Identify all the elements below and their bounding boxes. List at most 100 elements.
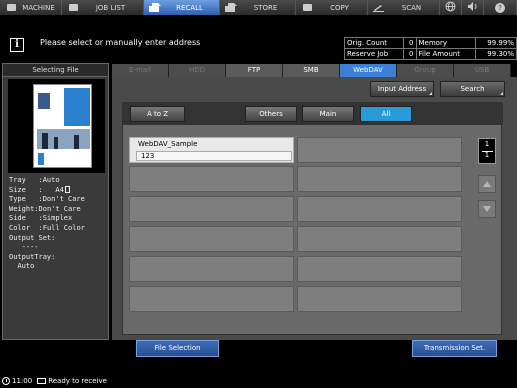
scan-tab[interactable]: SCAN [368, 0, 440, 15]
store-icon [224, 2, 238, 13]
scan-icon [372, 2, 386, 13]
tab-group: Group [397, 64, 454, 77]
file-preview [8, 79, 105, 173]
output-set-label: Output Set [9, 233, 52, 242]
help-button[interactable]: ? [484, 0, 517, 15]
device-status: Ready to receive [48, 377, 107, 385]
scan-label: SCAN [401, 3, 422, 12]
clock-icon [2, 377, 10, 385]
size-label: Size [9, 185, 26, 194]
bottom-bar: File Selection Transmission Set. 11:00 R… [0, 340, 517, 388]
tab-ftp[interactable]: FTP [226, 64, 283, 77]
empty-slot [297, 286, 462, 312]
tray-value: Auto [42, 176, 60, 184]
document-thumbnail [33, 84, 92, 168]
empty-slot [129, 286, 294, 312]
all-filter-button[interactable]: All [360, 106, 412, 122]
empty-slot [297, 226, 462, 252]
reserve-job-value: 0 [403, 48, 417, 60]
entry-name: WebDAV_Sample [138, 140, 198, 148]
machine-tab[interactable]: MACHINE [0, 0, 62, 15]
orig-count-label: Orig. Count [343, 37, 405, 49]
entry-detail: 123 [136, 151, 292, 161]
globe-icon [445, 1, 456, 14]
empty-slot [129, 256, 294, 282]
empty-slot [297, 166, 462, 192]
job-list-icon [66, 2, 80, 13]
tab-webdav[interactable]: WebDAV [340, 64, 397, 77]
transmission-set-button[interactable]: Transmission Set. [412, 340, 497, 357]
a-to-z-button[interactable]: A to Z [130, 106, 185, 122]
address-list-area: A to Z Others Main All WebDAV_Sample 123… [122, 102, 503, 335]
memory-value: 99.99% [475, 37, 517, 49]
file-selection-button[interactable]: File Selection [136, 340, 219, 357]
recall-tab[interactable]: RECALL [144, 0, 220, 15]
info-icon: i [10, 38, 24, 52]
recall-label: RECALL [176, 3, 203, 12]
copy-tab[interactable]: COPY [296, 0, 368, 15]
input-address-button[interactable]: Input Address [370, 81, 434, 97]
printer-icon [37, 378, 47, 384]
output-tray-label: OutputTray [9, 252, 52, 261]
current-page: 1 [484, 140, 490, 148]
arrow-down-icon [483, 206, 491, 212]
pane-title: Selecting File [3, 64, 108, 77]
destination-tabs: E-mail HDD FTP SMB WebDAV Group USB [112, 64, 517, 77]
address-entry[interactable]: WebDAV_Sample 123 [129, 137, 294, 163]
copy-label: COPY [330, 3, 349, 12]
reserve-job-label: Reserve Job [343, 48, 405, 60]
empty-slot [297, 256, 462, 282]
arrow-up-icon [483, 181, 491, 187]
tray-label: Tray [9, 176, 26, 184]
empty-slot [129, 196, 294, 222]
empty-slot [129, 226, 294, 252]
side-value: Simplex [42, 214, 73, 223]
page-indicator: 1 1 [478, 138, 496, 164]
page-down-button[interactable] [478, 200, 496, 218]
output-tray-value: Auto [17, 262, 35, 271]
page-up-button[interactable] [478, 175, 496, 193]
job-list-label: JOB LIST [95, 3, 126, 12]
store-tab[interactable]: STORE [220, 0, 296, 15]
type-label: Type [9, 195, 26, 204]
job-list-tab[interactable]: JOB LIST [62, 0, 144, 15]
top-navigation: MACHINE JOB LIST RECALL STORE COPY SCAN [0, 0, 517, 15]
others-filter-button[interactable]: Others [245, 106, 297, 122]
file-amount-value: 99.30% [475, 48, 517, 60]
weight-label: Weight [9, 204, 35, 213]
memory-label: Memory [415, 37, 477, 49]
color-value: Full Color [42, 223, 85, 232]
main-filter-button[interactable]: Main [302, 106, 354, 122]
status-line: 11:00 Ready to receive [2, 377, 107, 385]
file-amount-label: File Amount [415, 48, 477, 60]
tab-hdd: HDD [169, 64, 226, 77]
copy-icon [300, 2, 314, 13]
recall-icon [148, 2, 162, 13]
type-value: Don't Care [42, 195, 85, 204]
address-panel: Input Address Search A to Z Others Main … [112, 77, 517, 340]
machine-icon [4, 2, 18, 13]
volume-button[interactable] [462, 0, 484, 15]
selecting-file-pane: Selecting File Tray :Auto Size : A4 Type… [2, 63, 109, 340]
output-set-value: ---- [21, 243, 39, 252]
tab-usb: USB [454, 64, 511, 77]
status-counters: Orig. Count 0 Memory 99.99% Reserve Job … [343, 37, 517, 60]
tab-smb[interactable]: SMB [283, 64, 340, 77]
empty-slot [297, 196, 462, 222]
color-label: Color [9, 223, 31, 232]
portrait-icon [64, 185, 70, 193]
weight-value: Don't Care [38, 204, 81, 213]
search-button[interactable]: Search [440, 81, 505, 97]
empty-slot [129, 166, 294, 192]
orig-count-value: 0 [403, 37, 417, 49]
language-button[interactable] [440, 0, 462, 15]
time-display: 11:00 [12, 377, 33, 385]
help-icon: ? [495, 2, 505, 13]
store-label: STORE [253, 3, 278, 12]
filter-bar: A to Z Others Main All [123, 103, 503, 125]
file-properties: Tray :Auto Size : A4 Type :Don't Care We… [9, 176, 85, 271]
machine-label: MACHINE [22, 3, 55, 12]
empty-slot [297, 137, 462, 163]
size-value: A4 [55, 185, 64, 194]
speaker-icon [467, 1, 478, 14]
